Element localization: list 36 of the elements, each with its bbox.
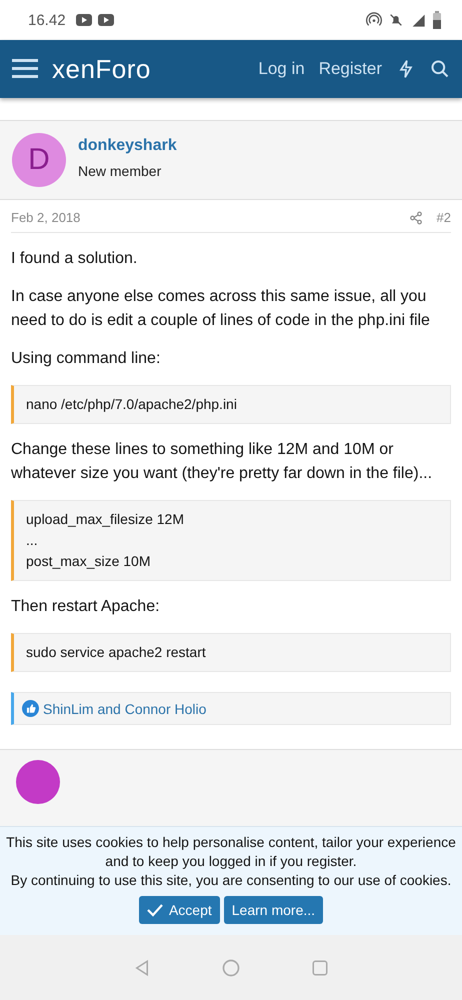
post-paragraph: In case anyone else comes across this same issue, all you need to do is edit a couple of lines of code in the php.ini file	[11, 287, 431, 331]
hotspot-icon	[366, 12, 382, 28]
cookie-text: By continuing to use this site, you are consenting to our use of cookies.	[10, 871, 452, 890]
video-icon	[76, 14, 92, 26]
post-number[interactable]: #2	[436, 210, 451, 225]
video-icon	[98, 14, 114, 26]
status-time: 16.42	[28, 12, 66, 28]
battery-icon	[432, 11, 442, 29]
code-line: post_max_size 10M	[26, 552, 152, 571]
post-paragraph: Then restart Apache:	[11, 597, 161, 617]
header-link[interactable]: Register	[318, 59, 382, 79]
signal-icon	[410, 12, 426, 28]
accept-button[interactable]: Accept	[138, 896, 220, 924]
thumbs-up-icon	[22, 700, 39, 717]
learn-more-button[interactable]: Learn more...	[224, 896, 324, 924]
post-date[interactable]: Feb 2, 2018	[11, 210, 80, 225]
reactions-text[interactable]: ShinLim and Connor Holio	[43, 700, 206, 716]
share-icon	[408, 210, 423, 224]
bell-muted-icon	[388, 12, 404, 28]
header-link[interactable]: Log in	[258, 59, 305, 79]
code-line: upload_max_filesize 12M	[26, 510, 185, 529]
username[interactable]: donkeyshark	[78, 137, 177, 155]
menu-icon[interactable]	[12, 58, 38, 80]
post-paragraph: Change these lines to something like 12M and 10M or whatever size you want (they're pretty far down in the file)...	[11, 440, 434, 484]
code-line: nano /etc/php/7.0/apache2/php.ini	[26, 395, 238, 414]
post-paragraph: Using command line:	[11, 349, 162, 369]
user-role: New member	[78, 163, 162, 179]
cookie-text: This site uses cookies to help personalise content, tailor your experience and to keep you logged in if you register.	[6, 833, 456, 871]
code-line: ...	[26, 531, 39, 550]
check-icon	[146, 903, 163, 917]
search-icon[interactable]	[430, 59, 450, 79]
code-line: sudo service apache2 restart	[26, 643, 207, 662]
user-avatar[interactable]: D	[12, 133, 66, 187]
site-logo[interactable]: xenForo	[52, 54, 151, 84]
post-paragraph: I found a solution.	[11, 249, 138, 269]
user-avatar[interactable]	[16, 760, 60, 804]
